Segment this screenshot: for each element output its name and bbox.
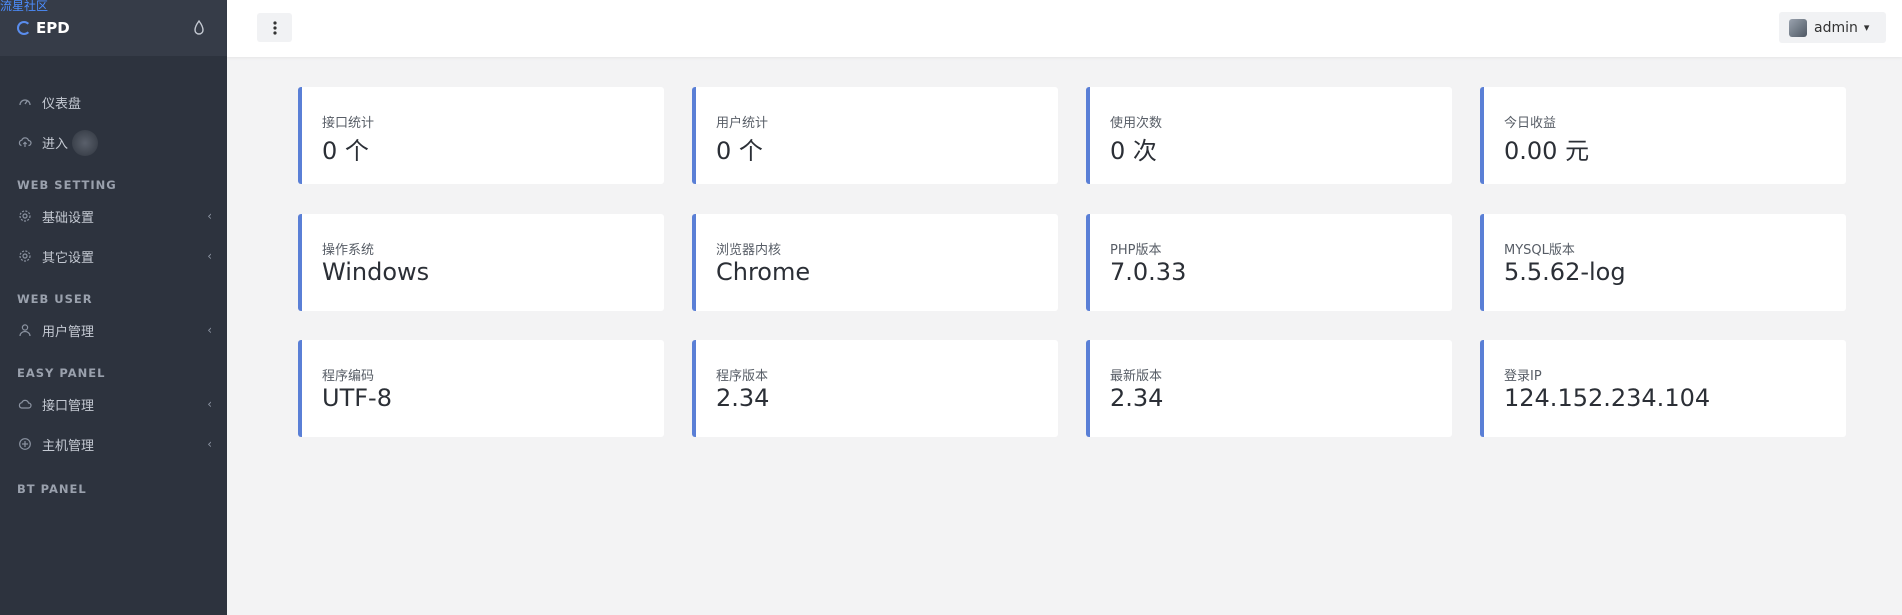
dashboard-icon	[19, 99, 31, 106]
stat-value: 0 个	[716, 137, 763, 165]
host-icon	[19, 438, 31, 450]
stat-label: 用户统计	[716, 116, 769, 131]
cloud-icon	[18, 399, 32, 409]
logo-icon	[17, 21, 31, 35]
stat-card-encoding: 程序编码 UTF-8	[298, 340, 664, 437]
chevron-left-icon: ‹	[207, 323, 212, 337]
stat-label: 最新版本	[1110, 369, 1163, 384]
section-title-easy-panel: EASY PANEL	[17, 366, 106, 380]
sidebar-item-label: 主机管理	[42, 438, 95, 454]
stat-value: 5.5.62-log	[1504, 258, 1626, 286]
stat-value: 2.34	[1110, 384, 1164, 412]
stat-label: 程序编码	[322, 369, 375, 384]
stat-value: 0 次	[1110, 137, 1157, 165]
stat-value: UTF-8	[322, 384, 392, 412]
chevron-down-icon: ▾	[1863, 21, 1870, 34]
stat-card-latest-version: 最新版本 2.34	[1086, 340, 1452, 437]
brand-bar: 流星社区 EPD	[0, 0, 227, 56]
sidebar-item-other-settings[interactable]: 其它设置 ‹	[0, 236, 227, 276]
sidebar-item-label: 其它设置	[42, 250, 95, 266]
brand-name[interactable]: EPD	[36, 19, 70, 37]
sidebar-item-label: 基础设置	[42, 210, 95, 226]
gear-icon	[19, 210, 31, 222]
stat-value: 0.00 元	[1504, 137, 1590, 165]
stat-card-php-version: PHP版本 7.0.33	[1086, 214, 1452, 311]
stat-value: 0 个	[322, 137, 369, 165]
user-icon	[19, 324, 31, 337]
stat-card-api-count: 接口统计 0 个	[298, 87, 664, 184]
top-header: admin ▾	[227, 0, 1902, 57]
stat-card-today-revenue: 今日收益 0.00 元	[1480, 87, 1846, 184]
sidebar-item-label: 用户管理	[42, 324, 95, 340]
chevron-left-icon: ‹	[207, 437, 212, 451]
sidebar-item-user-management[interactable]: 用户管理 ‹	[0, 310, 227, 350]
stat-label: MYSQL版本	[1504, 243, 1575, 258]
section-title-web-user: WEB USER	[17, 292, 93, 306]
gear-icon	[19, 250, 31, 262]
stat-label: 操作系统	[322, 243, 375, 258]
stat-label: 接口统计	[322, 116, 375, 131]
sidebar: 流星社区 EPD 仪表盘 进入 WEB SETTING 基础设置 ‹ 其它设置 …	[0, 0, 227, 615]
section-title-web-setting: WEB SETTING	[17, 178, 117, 192]
watermark-text: 流星社区	[0, 0, 49, 13]
stat-card-user-count: 用户统计 0 个	[692, 87, 1058, 184]
stat-value: 7.0.33	[1110, 258, 1187, 286]
droplet-icon[interactable]	[191, 19, 207, 37]
sidebar-item-api-management[interactable]: 接口管理 ‹	[0, 384, 227, 424]
chevron-left-icon: ‹	[207, 397, 212, 411]
stat-card-browser: 浏览器内核 Chrome	[692, 214, 1058, 311]
section-title-bt-panel: BT PANEL	[17, 482, 87, 496]
sidebar-item-enter[interactable]: 进入	[0, 122, 227, 162]
stat-label: 使用次数	[1110, 116, 1163, 131]
cloud-upload-icon	[18, 137, 32, 147]
avatar	[1789, 18, 1807, 37]
chevron-left-icon: ‹	[207, 209, 212, 223]
sidebar-item-host-management[interactable]: 主机管理 ‹	[0, 424, 227, 464]
sidebar-item-label: 接口管理	[42, 398, 95, 414]
stat-label: PHP版本	[1110, 243, 1162, 258]
loading-blob	[72, 130, 98, 156]
stat-label: 浏览器内核	[716, 243, 782, 258]
stat-value: Chrome	[716, 258, 811, 286]
sidebar-item-basic-settings[interactable]: 基础设置 ‹	[0, 196, 227, 236]
stat-card-usage-count: 使用次数 0 次	[1086, 87, 1452, 184]
stat-card-os: 操作系统 Windows	[298, 214, 664, 311]
sidebar-item-dashboard[interactable]: 仪表盘	[0, 82, 227, 122]
stat-value: 124.152.234.104	[1504, 384, 1711, 412]
stat-value: Windows	[322, 258, 430, 286]
sidebar-item-label: 仪表盘	[42, 96, 82, 112]
sidebar-item-label: 进入	[42, 136, 69, 152]
stat-card-mysql-version: MYSQL版本 5.5.62-log	[1480, 214, 1846, 311]
sidebar-menu: 仪表盘 进入 WEB SETTING 基础设置 ‹ 其它设置 ‹ WEB USE…	[0, 56, 227, 500]
user-name: admin	[1814, 19, 1858, 36]
stat-label: 今日收益	[1504, 116, 1557, 131]
chevron-left-icon: ‹	[207, 249, 212, 263]
user-menu-button[interactable]: admin ▾	[1779, 12, 1886, 43]
stat-label: 程序版本	[716, 369, 769, 384]
menu-toggle-button[interactable]	[257, 13, 292, 42]
stat-value: 2.34	[716, 384, 770, 412]
stat-label: 登录IP	[1504, 369, 1542, 384]
kebab-icon	[272, 20, 277, 35]
stat-card-login-ip: 登录IP 124.152.234.104	[1480, 340, 1846, 437]
stat-card-program-version: 程序版本 2.34	[692, 340, 1058, 437]
